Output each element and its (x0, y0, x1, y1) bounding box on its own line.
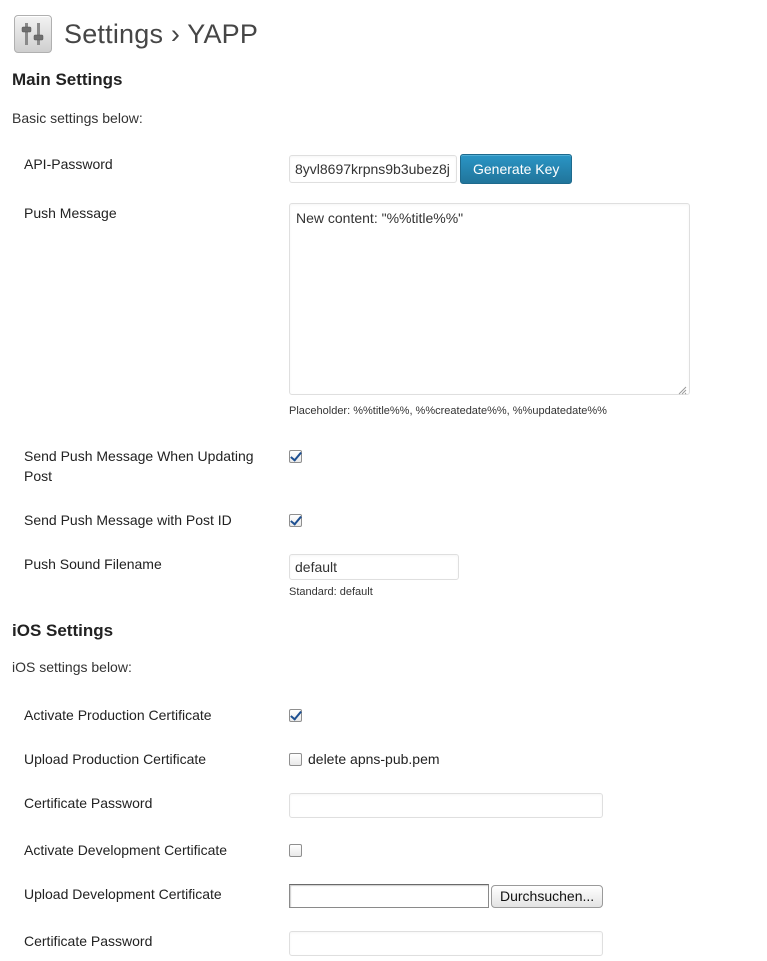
main-settings-heading: Main Settings (12, 70, 123, 89)
send-on-update-field (289, 450, 302, 466)
upload-production-field: delete apns-pub.pem (289, 751, 440, 767)
push-message-placeholder-note: Placeholder: %%title%%, %%createdate%%, … (289, 405, 607, 417)
upload-development-label: Upload Development Certificate (24, 886, 222, 902)
api-password-label: API-Password (24, 156, 113, 172)
send-on-update-label: Send Push Message When Updating Post (24, 448, 254, 484)
push-sound-note: Standard: default (289, 586, 373, 598)
page-title: Settings › YAPP (64, 18, 259, 49)
development-password-field (289, 931, 603, 956)
delete-production-cert-label[interactable]: delete apns-pub.pem (308, 751, 440, 767)
push-message-textarea[interactable]: New content: "%%title%%" (289, 203, 690, 395)
send-with-post-id-field (289, 514, 302, 530)
api-password-row: Generate Key (289, 154, 573, 184)
activate-development-checkbox[interactable] (289, 844, 302, 857)
activate-development-label: Activate Development Certificate (24, 842, 228, 858)
api-password-input[interactable] (289, 155, 457, 183)
development-password-input[interactable] (289, 931, 603, 956)
push-sound-field (289, 554, 459, 580)
activate-production-field (289, 709, 302, 725)
production-password-input[interactable] (289, 793, 603, 818)
page-header: Settings › YAPP (14, 14, 258, 54)
push-sound-input[interactable] (289, 554, 459, 580)
upload-production-label: Upload Production Certificate (24, 751, 207, 767)
push-message-field: New content: "%%title%%" (289, 203, 690, 398)
development-file-input[interactable] (289, 884, 489, 908)
push-message-label: Push Message (24, 205, 117, 221)
resize-grip-icon[interactable] (677, 385, 687, 395)
main-settings-description: Basic settings below: (12, 110, 143, 126)
generate-key-button[interactable]: Generate Key (460, 154, 573, 184)
push-sound-label: Push Sound Filename (24, 556, 162, 572)
upload-development-field: Durchsuchen... (289, 884, 604, 908)
delete-production-cert-checkbox[interactable] (289, 752, 302, 766)
send-with-post-id-label: Send Push Message with Post ID (24, 512, 232, 528)
browse-button[interactable]: Durchsuchen... (491, 884, 604, 908)
development-password-label: Certificate Password (24, 933, 153, 949)
settings-sliders-icon (14, 15, 52, 53)
ios-settings-heading: iOS Settings (12, 621, 114, 640)
production-password-label: Certificate Password (24, 795, 153, 811)
send-with-post-id-checkbox[interactable] (289, 514, 302, 527)
production-password-field (289, 793, 603, 818)
ios-settings-description: iOS settings below: (12, 659, 132, 675)
activate-production-checkbox[interactable] (289, 709, 302, 722)
send-on-update-checkbox[interactable] (289, 450, 302, 463)
activate-development-field (289, 844, 302, 860)
settings-page: Settings › YAPP Main Settings Basic sett… (0, 0, 767, 961)
activate-production-label: Activate Production Certificate (24, 707, 212, 723)
